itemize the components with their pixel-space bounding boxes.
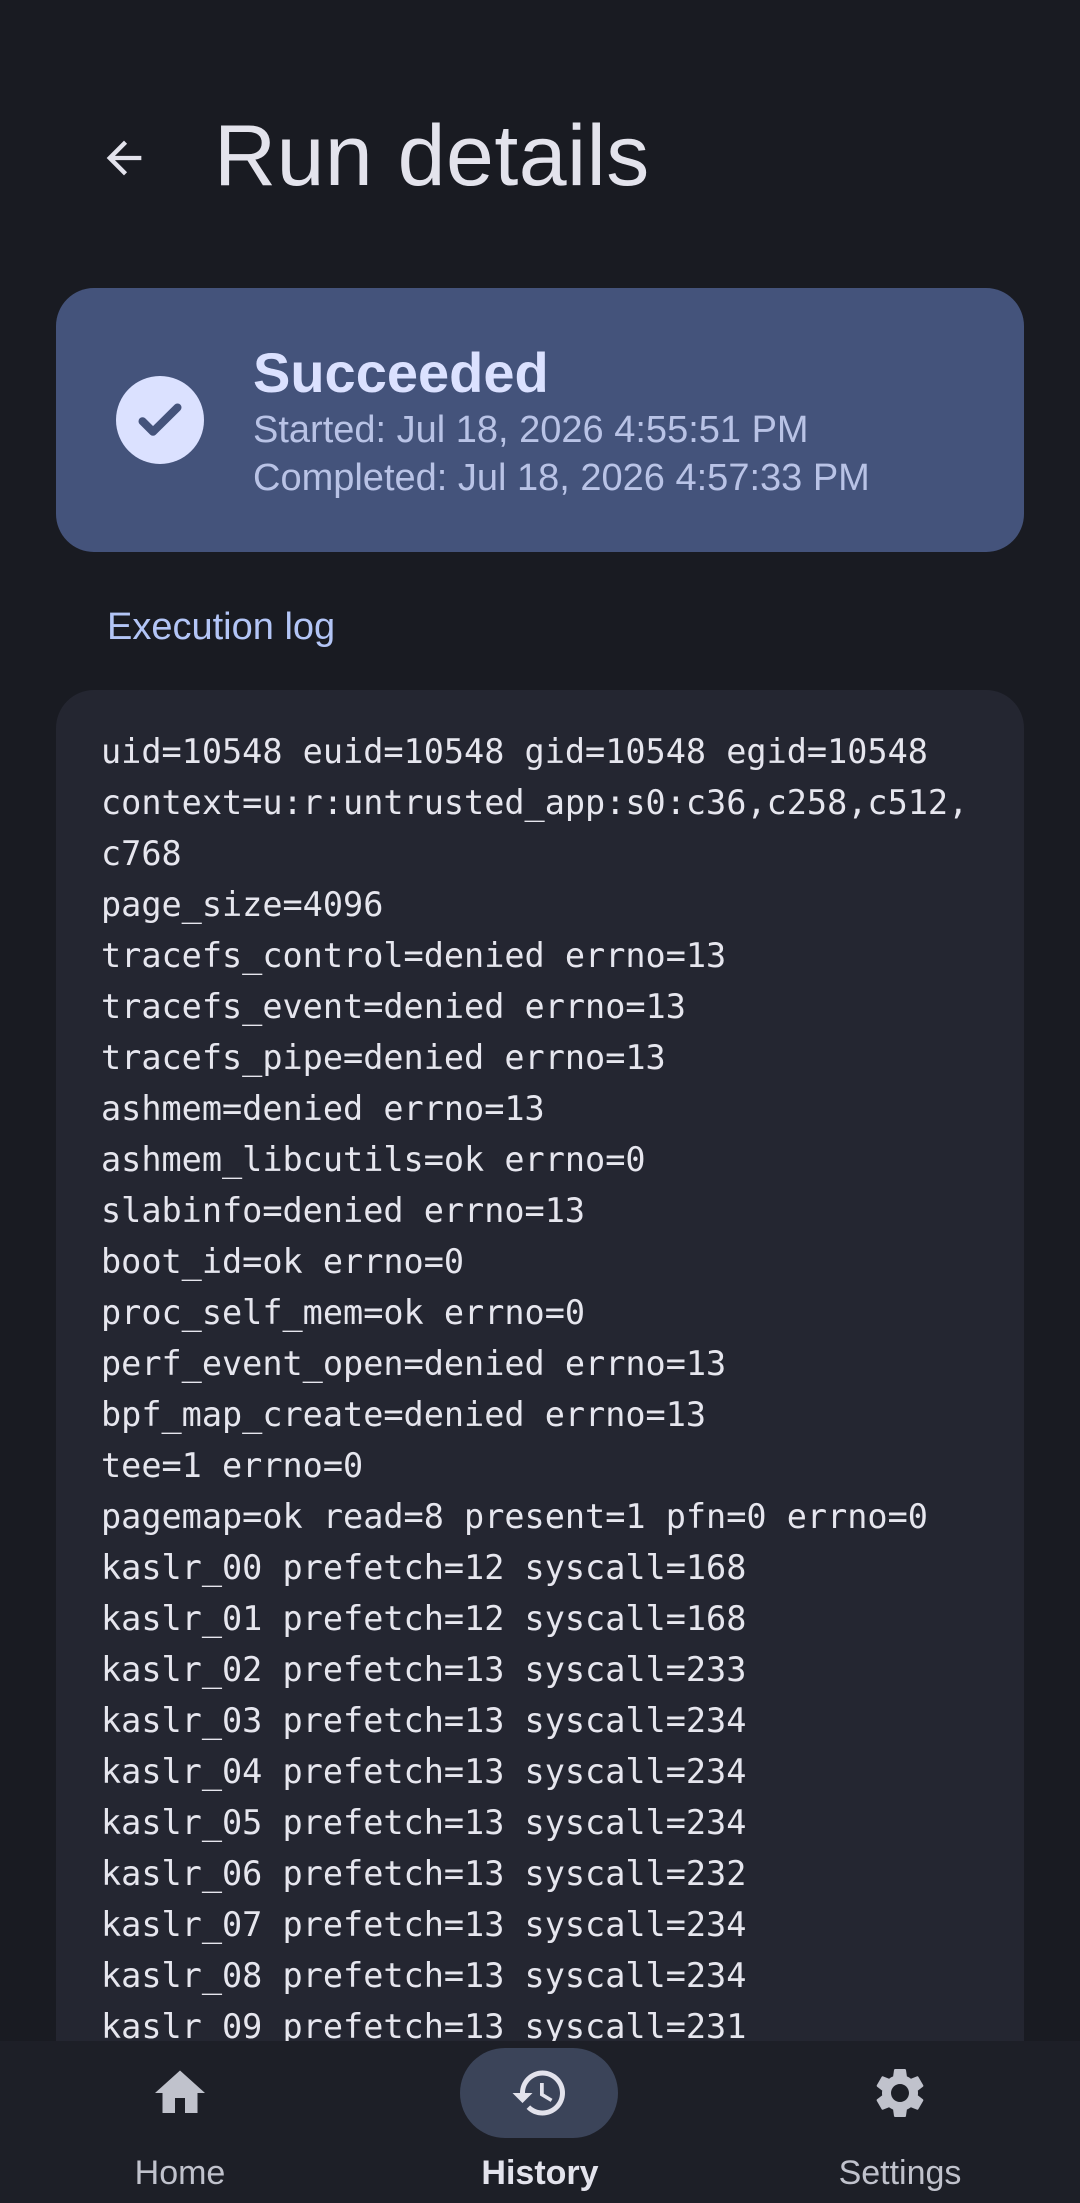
check-circle-icon [116, 376, 204, 464]
nav-history[interactable]: History [360, 2041, 720, 2203]
log-line: ashmem=denied errno=13 [101, 1089, 545, 1128]
log-line: tracefs_control=denied errno=13 [101, 936, 727, 975]
log-line: tracefs_pipe=denied errno=13 [101, 1038, 666, 1077]
log-line: kaslr_05 prefetch=13 syscall=234 [101, 1803, 747, 1842]
log-line: kaslr_00 prefetch=12 syscall=168 [101, 1548, 747, 1587]
run-details-screen: Run details Succeeded Started: Jul 18, 2… [0, 0, 1080, 2203]
arrow-back-icon [106, 140, 142, 176]
gear-icon [870, 2063, 930, 2123]
log-line: perf_event_open=denied errno=13 [101, 1344, 727, 1383]
nav-settings-label: Settings [838, 2154, 962, 2192]
log-line: kaslr_08 prefetch=13 syscall=234 [101, 1956, 747, 1995]
nav-home[interactable]: Home [0, 2041, 360, 2203]
home-icon [150, 2063, 210, 2123]
page-title: Run details [214, 108, 650, 204]
log-line: boot_id=ok errno=0 [101, 1242, 465, 1281]
log-line: kaslr_02 prefetch=13 syscall=233 [101, 1650, 747, 1689]
status-title: Succeeded [253, 341, 549, 404]
log-line: context=u:r:untrusted_app:s0:c36,c258,c5… [101, 783, 969, 822]
log-line: uid=10548 euid=10548 gid=10548 egid=1054… [101, 732, 928, 771]
log-line: slabinfo=denied errno=13 [101, 1191, 586, 1230]
execution-log-card[interactable]: uid=10548 euid=10548 gid=10548 egid=1054… [56, 690, 1024, 2203]
log-line: kaslr_06 prefetch=13 syscall=232 [101, 1854, 747, 1893]
execution-log-text: uid=10548 euid=10548 gid=10548 egid=1054… [101, 726, 991, 2052]
nav-home-label: Home [134, 2154, 226, 2192]
top-app-bar: Run details [0, 0, 1080, 290]
log-line: c768 [101, 834, 182, 873]
history-icon [510, 2063, 570, 2123]
log-line: ashmem_libcutils=ok errno=0 [101, 1140, 646, 1179]
log-line: kaslr_01 prefetch=12 syscall=168 [101, 1599, 747, 1638]
log-line: tee=1 errno=0 [101, 1446, 364, 1485]
nav-settings[interactable]: Settings [720, 2041, 1080, 2203]
back-button[interactable] [78, 112, 170, 204]
completed-time: Completed: Jul 18, 2026 4:57:33 PM [253, 457, 870, 499]
execution-log-label: Execution log [107, 606, 336, 648]
bottom-navigation: Home History Settings [0, 2041, 1080, 2203]
log-line: bpf_map_create=denied errno=13 [101, 1395, 707, 1434]
log-line: kaslr_07 prefetch=13 syscall=234 [101, 1905, 747, 1944]
log-line: proc_self_mem=ok errno=0 [101, 1293, 586, 1332]
log-line: kaslr_04 prefetch=13 syscall=234 [101, 1752, 747, 1791]
log-line: tracefs_event=denied errno=13 [101, 987, 686, 1026]
nav-history-label: History [481, 2154, 599, 2192]
log-line: kaslr_03 prefetch=13 syscall=234 [101, 1701, 747, 1740]
started-time: Started: Jul 18, 2026 4:55:51 PM [253, 409, 809, 451]
log-line: page_size=4096 [101, 885, 384, 924]
log-line: pagemap=ok read=8 present=1 pfn=0 errno=… [101, 1497, 928, 1536]
